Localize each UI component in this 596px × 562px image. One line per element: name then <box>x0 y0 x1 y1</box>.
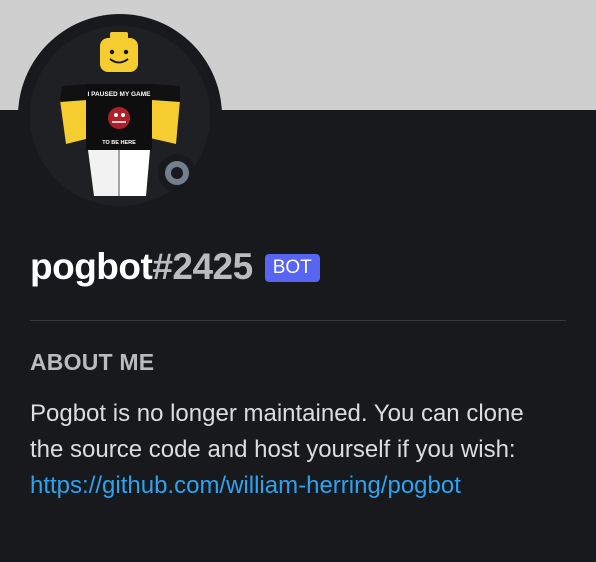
profile-card: I PAUSED MY GAME TO BE HERE pogbot #2425… <box>0 0 596 562</box>
discriminator[interactable]: #2425 <box>152 246 253 288</box>
username[interactable]: pogbot <box>30 246 153 288</box>
shirt-text-top: I PAUSED MY GAME <box>88 91 152 98</box>
about-me-heading: ABOUT ME <box>30 349 155 375</box>
bot-badge: BOT <box>264 254 320 282</box>
status-indicator <box>158 154 196 192</box>
about-me-body: Pogbot is no longer maintained. You can … <box>30 400 524 463</box>
github-link[interactable]: https://github.com/william-herring/pogbo… <box>30 472 461 499</box>
avatar-frame: I PAUSED MY GAME TO BE HERE <box>18 14 222 218</box>
about-me-text: Pogbot is no longer maintained. You can … <box>30 396 540 504</box>
name-row: pogbot #2425 BOT <box>30 246 320 288</box>
divider <box>30 320 566 321</box>
offline-status-icon <box>165 161 189 185</box>
shirt-text-bottom: TO BE HERE <box>102 140 136 146</box>
